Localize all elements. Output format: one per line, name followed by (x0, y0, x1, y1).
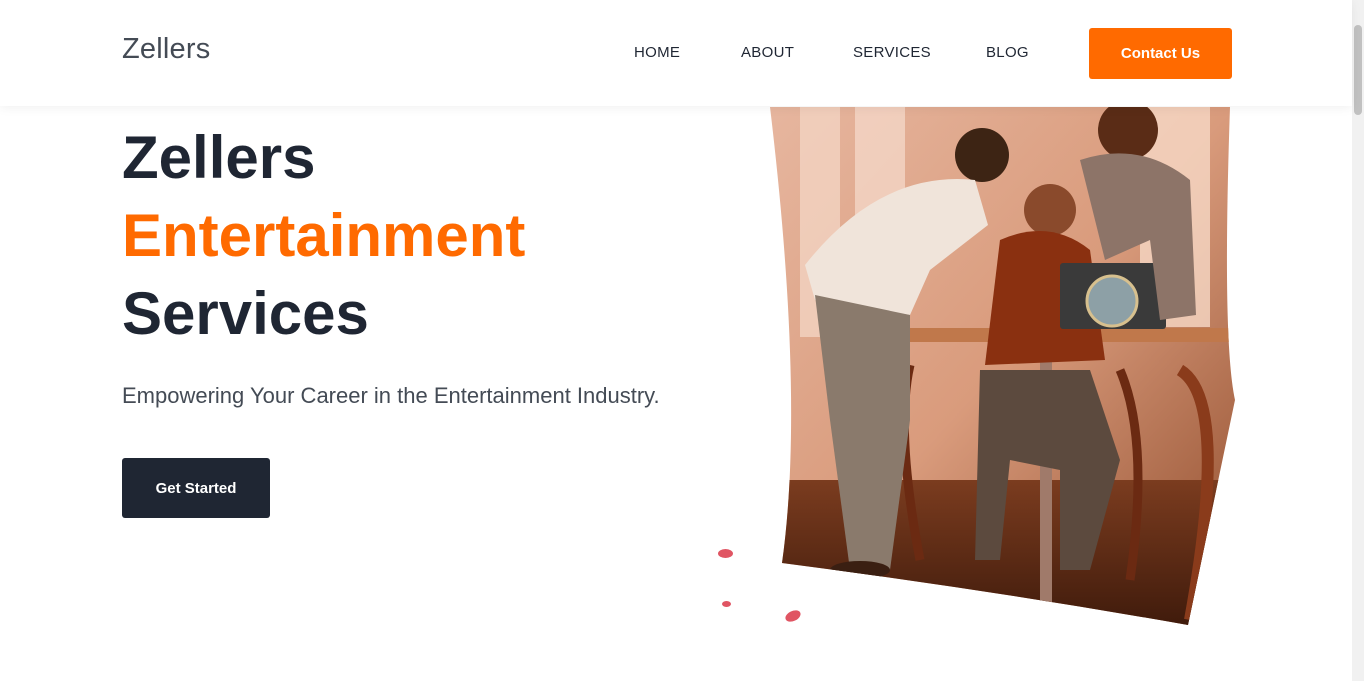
nav-blog[interactable]: BLOG (986, 44, 1029, 61)
nav-services[interactable]: SERVICES (853, 44, 931, 61)
decor-dot (718, 549, 733, 558)
decor-dot (722, 601, 731, 607)
header-navbar: Zellers HOME ABOUT SERVICES BLOG Contact… (0, 0, 1352, 106)
hero-title-line-3: Services (122, 280, 369, 347)
nav-home[interactable]: HOME (634, 44, 680, 61)
hero-title-line-1: Zellers (122, 124, 316, 191)
get-started-button[interactable]: Get Started (122, 458, 270, 518)
hero-image (770, 107, 1235, 625)
hero-title-line-2: Entertainment (122, 202, 526, 269)
nav-about[interactable]: ABOUT (741, 44, 794, 61)
scrollbar[interactable] (1352, 0, 1364, 681)
brand-logo[interactable]: Zellers (122, 33, 210, 66)
hero-subtitle: Empowering Your Career in the Entertainm… (122, 383, 660, 408)
scrollbar-thumb[interactable] (1354, 25, 1362, 115)
contact-us-button[interactable]: Contact Us (1089, 28, 1232, 79)
